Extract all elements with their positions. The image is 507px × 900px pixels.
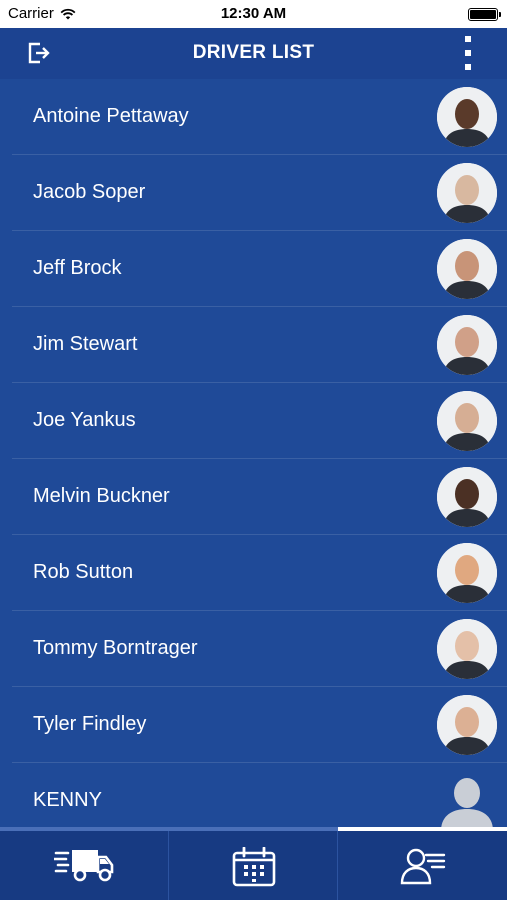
driver-name: Jim Stewart	[33, 333, 138, 355]
driver-name: Joe Yankus	[33, 409, 136, 431]
driver-name: Antoine Pettaway	[33, 105, 189, 127]
driver-row[interactable]: Jeff Brock	[0, 231, 507, 307]
driver-avatar	[437, 239, 497, 299]
driver-row[interactable]: Tyler Findley	[0, 687, 507, 763]
page-title: DRIVER LIST	[192, 42, 315, 63]
driver-name: Jacob Soper	[33, 181, 146, 203]
status-time: 12:30 AM	[220, 5, 287, 22]
calendar-icon	[232, 847, 275, 887]
tab-drivers[interactable]	[338, 827, 507, 900]
driver-list[interactable]: Antoine Pettaway Jacob Soper Jeff Brock Jim…	[0, 79, 507, 827]
driver-name: Tyler Findley	[33, 713, 147, 735]
driver-name: KENNY	[33, 789, 102, 811]
battery-icon	[468, 8, 501, 21]
driver-avatar	[437, 543, 497, 603]
driver-name: Tommy Borntrager	[33, 637, 198, 659]
tab-indicator	[169, 827, 338, 831]
tab-indicator	[338, 827, 507, 831]
truck-icon	[53, 850, 113, 882]
driver-name: Rob Sutton	[33, 561, 134, 583]
driver-avatar	[437, 163, 497, 223]
driver-avatar	[437, 619, 497, 679]
driver-row[interactable]: Joe Yankus	[0, 383, 507, 459]
driver-row[interactable]: Melvin Buckner	[0, 459, 507, 535]
driver-avatar	[437, 391, 497, 451]
tab-trucks[interactable]	[0, 827, 169, 900]
driver-row[interactable]: Antoine Pettaway	[0, 79, 507, 155]
tab-bar	[0, 827, 507, 900]
driver-avatar	[437, 467, 497, 527]
more-vertical-icon[interactable]	[457, 34, 479, 72]
tab-calendar[interactable]	[169, 827, 338, 900]
driver-name: Jeff Brock	[33, 257, 122, 279]
driver-avatar	[437, 315, 497, 375]
driver-row[interactable]: Rob Sutton	[0, 535, 507, 611]
driver-row[interactable]: Jim Stewart	[0, 307, 507, 383]
driver-row[interactable]: KENNY	[0, 763, 507, 827]
driver-profile-icon	[400, 848, 445, 885]
driver-avatar	[437, 695, 497, 755]
status-bar: Carrier 12:30 AM	[0, 0, 507, 28]
driver-row[interactable]: Tommy Borntrager	[0, 611, 507, 687]
avatar-placeholder-icon	[437, 771, 497, 827]
driver-name: Melvin Buckner	[33, 485, 170, 507]
driver-avatar	[437, 87, 497, 147]
driver-row[interactable]: Jacob Soper	[0, 155, 507, 231]
nav-bar: DRIVER LIST	[0, 28, 507, 79]
tab-indicator	[0, 827, 169, 831]
